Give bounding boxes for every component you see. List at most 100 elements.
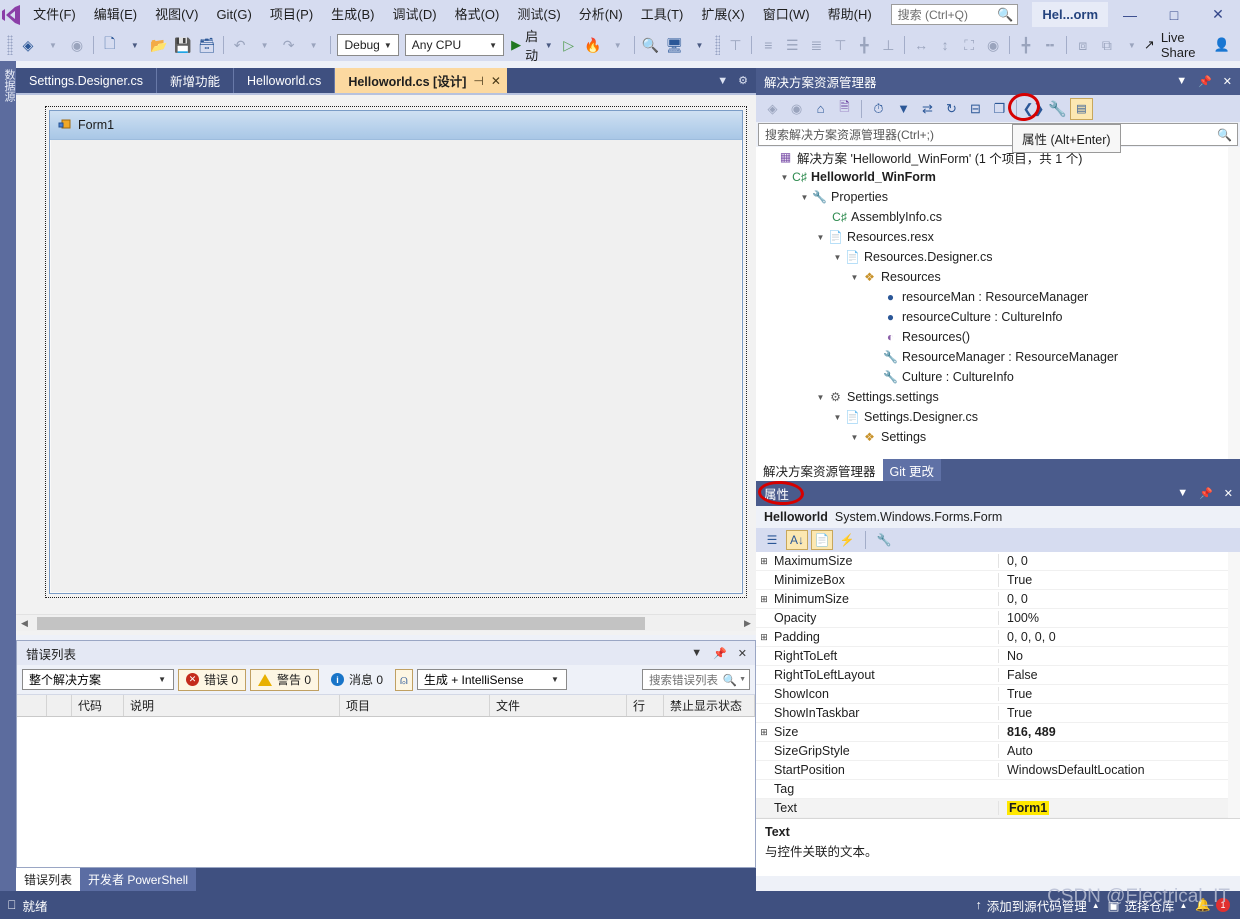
property-row[interactable]: MinimizeBox True: [756, 571, 1240, 590]
pin-icon[interactable]: ⊣: [473, 74, 483, 88]
property-row-text[interactable]: Text Form1: [756, 799, 1240, 818]
home-icon[interactable]: ⌂: [809, 98, 832, 120]
expander[interactable]: ▼: [848, 273, 861, 282]
col-blank[interactable]: [17, 695, 47, 716]
refresh-icon[interactable]: ↻: [940, 98, 963, 120]
error-list-grid[interactable]: [17, 717, 755, 867]
expander[interactable]: ▼: [831, 253, 844, 262]
build-filter-select[interactable]: 生成 + IntelliSense ▼: [416, 669, 567, 690]
notifications-button[interactable]: 🔔 1: [1195, 898, 1230, 913]
toolbar-grip-2[interactable]: [714, 35, 721, 55]
align-rights-icon[interactable]: ≣: [804, 33, 828, 57]
bottom-tab-error-list[interactable]: 错误列表: [16, 868, 81, 891]
tree-item-resourceman[interactable]: ● resourceMan : ResourceManager: [756, 287, 1240, 307]
se-back-icon[interactable]: ◈: [761, 98, 784, 120]
menu-file[interactable]: 文件(F): [24, 2, 85, 27]
scroll-right-icon[interactable]: ▶: [739, 618, 756, 629]
expander[interactable]: ▼: [848, 433, 861, 442]
close-button[interactable]: ✕: [1196, 0, 1240, 29]
undo-dropdown-icon[interactable]: ▼: [253, 33, 277, 57]
property-value-cell[interactable]: Form1: [998, 801, 1240, 815]
expander-icon[interactable]: ⊞: [756, 727, 772, 738]
menu-extensions[interactable]: 扩展(X): [692, 2, 753, 27]
tree-item-resources-resx[interactable]: ▼ 📄 Resources.resx: [756, 227, 1240, 247]
expander[interactable]: ▼: [798, 193, 811, 202]
col-project[interactable]: 项目: [340, 695, 490, 716]
tree-item-settings-class[interactable]: ▼ ❖ Settings: [756, 427, 1240, 447]
align-lefts-icon[interactable]: ≡: [756, 33, 780, 57]
col-file[interactable]: 文件: [490, 695, 627, 716]
sync-with-active-document-icon[interactable]: ⇄: [916, 98, 939, 120]
preview-dropdown-icon[interactable]: ▼: [688, 33, 712, 57]
pin-icon[interactable]: 📌: [713, 647, 727, 660]
select-element-icon[interactable]: 🔍: [639, 33, 663, 57]
property-value[interactable]: 816, 489: [998, 725, 1240, 739]
chevron-down-icon[interactable]: ▼: [1176, 75, 1187, 88]
toolbar-grip[interactable]: [7, 35, 13, 55]
scroll-left-icon[interactable]: ◀: [16, 618, 33, 629]
tree-item-resources-class[interactable]: ▼ ❖ Resources: [756, 267, 1240, 287]
account-icon[interactable]: 👤: [1214, 37, 1230, 53]
tree-item-resourceculture[interactable]: ● resourceCulture : CultureInfo: [756, 307, 1240, 327]
menu-edit[interactable]: 编辑(E): [85, 2, 146, 27]
property-row[interactable]: ⊞ Padding 0, 0, 0, 0: [756, 628, 1240, 647]
scroll-thumb[interactable]: [37, 616, 645, 630]
minimize-button[interactable]: —: [1108, 0, 1152, 29]
menu-test[interactable]: 测试(S): [508, 2, 569, 27]
menu-view[interactable]: 视图(V): [146, 2, 207, 27]
history-icon[interactable]: ⏱: [867, 98, 890, 120]
menu-build[interactable]: 生成(B): [322, 2, 383, 27]
pending-changes-icon[interactable]: 🗎: [833, 98, 856, 120]
col-code[interactable]: 代码: [72, 695, 124, 716]
property-row[interactable]: Opacity 100%: [756, 609, 1240, 628]
view-code-icon[interactable]: ❮❯: [1022, 98, 1045, 120]
align-bottoms-icon[interactable]: ⊥: [876, 33, 900, 57]
se-tab-git-changes[interactable]: Git 更改: [882, 459, 941, 481]
property-value[interactable]: 0, 0: [998, 592, 1240, 606]
collapse-all-icon[interactable]: ⊟: [964, 98, 987, 120]
pin-icon[interactable]: 📌: [1198, 75, 1212, 88]
properties-view-icon[interactable]: 📄: [811, 530, 833, 550]
make-same-size-icon[interactable]: ⛶: [957, 33, 981, 57]
tree-item-assemblyinfo[interactable]: C♯ AssemblyInfo.cs: [756, 207, 1240, 227]
solution-configuration-select[interactable]: Debug ▼: [337, 34, 399, 56]
solution-platform-select[interactable]: Any CPU ▼: [404, 34, 505, 56]
redo-icon[interactable]: ↷: [277, 33, 301, 57]
tree-item-resources-designer[interactable]: ▼ 📄 Resources.Designer.cs: [756, 247, 1240, 267]
menu-tools[interactable]: 工具(T): [632, 2, 693, 27]
maximize-button[interactable]: □: [1152, 0, 1196, 29]
solution-explorer-search-input[interactable]: 搜索解决方案资源管理器(Ctrl+;) 🔍: [758, 123, 1238, 146]
new-project-dropdown-icon[interactable]: ▼: [123, 33, 147, 57]
property-row[interactable]: ⊞ Size 816, 489: [756, 723, 1240, 742]
property-value[interactable]: True: [998, 706, 1240, 720]
se-tab-solution-explorer[interactable]: 解决方案资源管理器: [756, 459, 883, 481]
new-project-icon[interactable]: 🗋: [98, 33, 122, 57]
close-icon[interactable]: ✕: [1223, 75, 1232, 88]
property-value[interactable]: 0, 0, 0, 0: [998, 630, 1240, 644]
make-same-height-icon[interactable]: ↕: [933, 33, 957, 57]
events-view-icon[interactable]: ⚡: [836, 530, 858, 550]
expander[interactable]: ▼: [778, 173, 791, 182]
quick-search-input[interactable]: 搜索 (Ctrl+Q) 🔍: [890, 4, 1019, 25]
property-value[interactable]: No: [998, 649, 1240, 663]
property-value[interactable]: True: [998, 687, 1240, 701]
tree-item-project[interactable]: ▼ C♯ Helloworld_WinForm: [756, 167, 1240, 187]
property-value[interactable]: 100%: [998, 611, 1240, 625]
categorized-view-icon[interactable]: ☰: [761, 530, 783, 550]
errors-filter-button[interactable]: ✕ 错误 0: [178, 668, 247, 691]
solution-explorer-vertical-scrollbar[interactable]: [1228, 147, 1240, 459]
send-to-back-icon[interactable]: ⧉: [1095, 33, 1119, 57]
chevron-down-icon[interactable]: ▼: [1177, 487, 1188, 500]
property-value[interactable]: WindowsDefaultLocation: [998, 763, 1240, 777]
messages-filter-button[interactable]: i 消息 0: [323, 669, 391, 691]
select-repository-button[interactable]: ▣ 选择仓库 ▲: [1108, 896, 1188, 915]
menu-debug[interactable]: 调试(D): [384, 2, 446, 27]
col-suppression-state[interactable]: 禁止显示状态: [664, 695, 755, 716]
property-row[interactable]: ⊞ MaximumSize 0, 0: [756, 552, 1240, 571]
open-file-icon[interactable]: 📂: [147, 33, 171, 57]
save-icon[interactable]: 💾: [171, 33, 195, 57]
live-share-button[interactable]: ↗ Live Share 👤: [1144, 30, 1236, 60]
property-value[interactable]: 0, 0: [998, 554, 1240, 568]
expander[interactable]: ▼: [831, 413, 844, 422]
menu-project[interactable]: 项目(P): [261, 2, 322, 27]
